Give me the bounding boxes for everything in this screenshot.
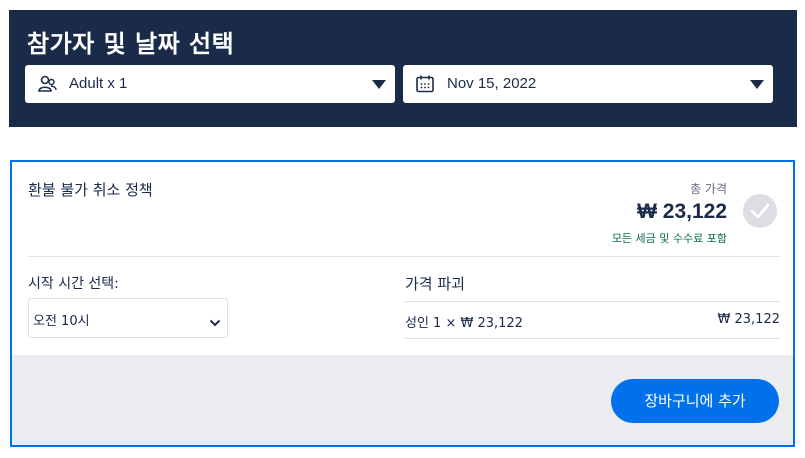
total-price-label: 총 가격 bbox=[690, 182, 727, 196]
total-price: ₩ 23,122 bbox=[637, 200, 727, 223]
add-to-cart-button[interactable]: 장바구니에 추가 bbox=[611, 379, 779, 423]
start-time-select[interactable]: 오전 10시 bbox=[28, 298, 228, 338]
date-value: Nov 15, 2022 bbox=[447, 75, 537, 92]
option-card[interactable]: 환불 불가 취소 정책 총 가격 ₩ 23,122 모든 세금 및 수수료 포함… bbox=[10, 160, 795, 447]
breakdown-description: 성인 1 × ₩ 23,122 bbox=[405, 316, 523, 331]
start-time-label: 시작 시간 선택: bbox=[28, 276, 119, 292]
divider bbox=[28, 256, 780, 257]
participants-dropdown[interactable]: Adult x 1 bbox=[25, 65, 395, 103]
participants-icon bbox=[37, 74, 57, 94]
price-breakdown-title: 가격 파괴 bbox=[405, 275, 465, 293]
chevron-down-icon bbox=[750, 80, 764, 89]
date-dropdown[interactable]: Nov 15, 2022 bbox=[403, 65, 773, 103]
price-breakdown-row: 성인 1 × ₩ 23,122 ₩ 23,122 bbox=[405, 301, 780, 339]
start-time-value: 오전 10시 bbox=[33, 314, 90, 329]
calendar-icon bbox=[415, 74, 435, 94]
chevron-down-icon bbox=[209, 313, 221, 332]
breakdown-amount: ₩ 23,122 bbox=[717, 312, 780, 327]
header-panel: 참가자 및 날짜 선택 Adult x 1 Nov 15, 2022 bbox=[9, 10, 797, 127]
select-option-check[interactable] bbox=[743, 194, 777, 228]
card-footer: 장바구니에 추가 bbox=[12, 355, 793, 445]
page-title: 참가자 및 날짜 선택 bbox=[27, 30, 235, 58]
chevron-down-icon bbox=[372, 80, 386, 89]
tax-note: 모든 세금 및 수수료 포함 bbox=[611, 232, 727, 245]
cancellation-policy-title: 환불 불가 취소 정책 bbox=[28, 181, 153, 199]
participants-value: Adult x 1 bbox=[69, 75, 128, 92]
